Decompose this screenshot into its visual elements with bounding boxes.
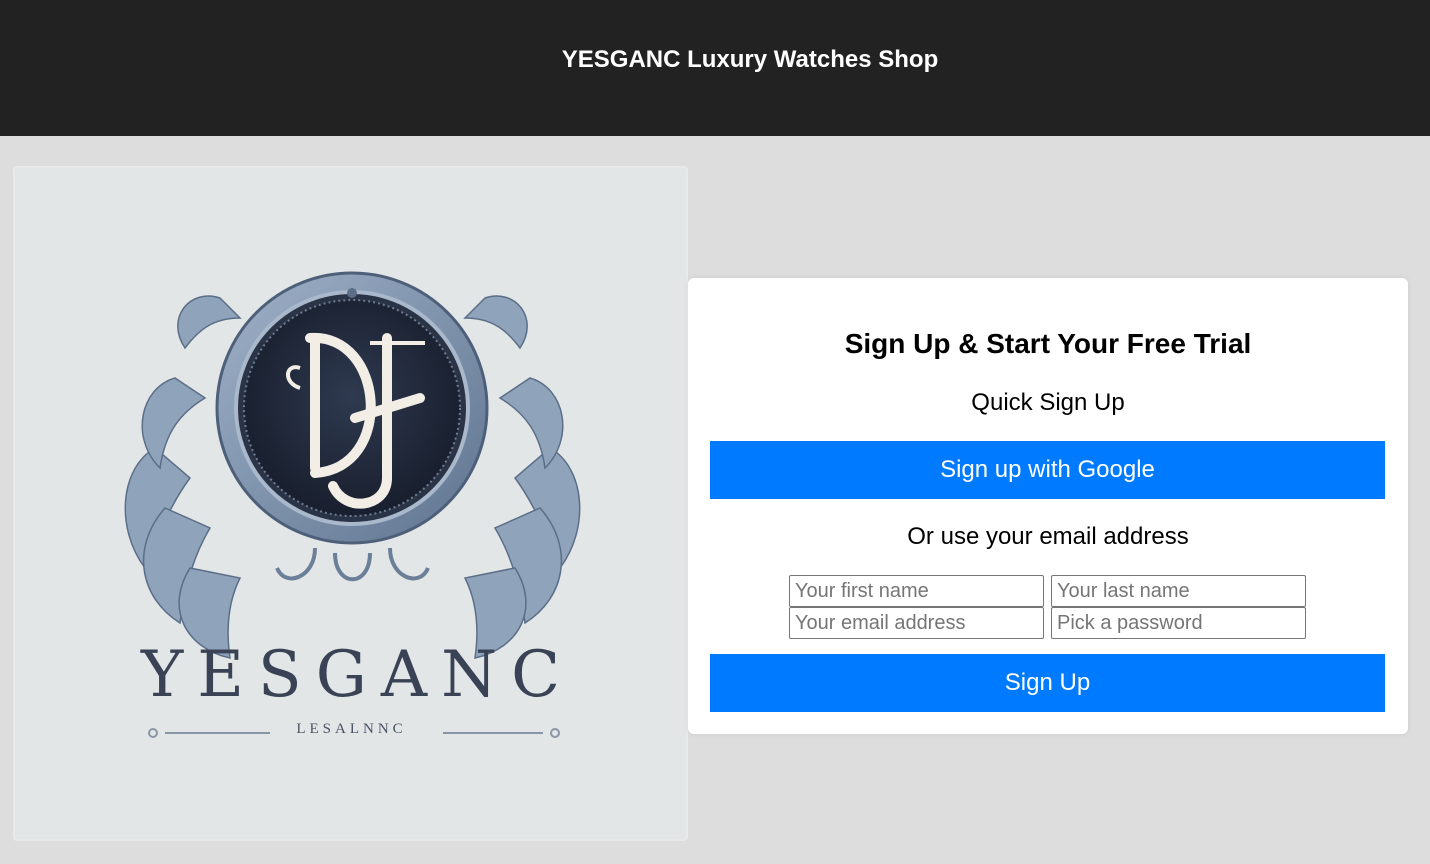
- signup-card: Sign Up & Start Your Free Trial Quick Si…: [688, 278, 1408, 734]
- crest-emblem-icon: [124, 271, 581, 738]
- signup-submit-button[interactable]: Sign Up: [710, 654, 1385, 712]
- password-input[interactable]: [1051, 607, 1306, 639]
- brand-wordmark: YESGANC: [140, 638, 575, 712]
- email-input[interactable]: [789, 607, 1044, 639]
- first-name-input[interactable]: [789, 575, 1044, 607]
- brand-logo-image: YESGANC LESALNNC: [13, 166, 688, 841]
- last-name-input[interactable]: [1051, 575, 1306, 607]
- google-signup-button[interactable]: Sign up with Google: [710, 441, 1385, 499]
- quick-signup-label: Quick Sign Up: [971, 389, 1125, 416]
- page-title: YESGANC Luxury Watches Shop: [561, 46, 939, 73]
- email-option-label: Or use your email address: [907, 523, 1189, 550]
- page-header: YESGANC Luxury Watches Shop: [0, 0, 1430, 136]
- brand-subtitle: LESALNNC: [296, 721, 407, 737]
- signup-title: Sign Up & Start Your Free Trial: [844, 328, 1252, 359]
